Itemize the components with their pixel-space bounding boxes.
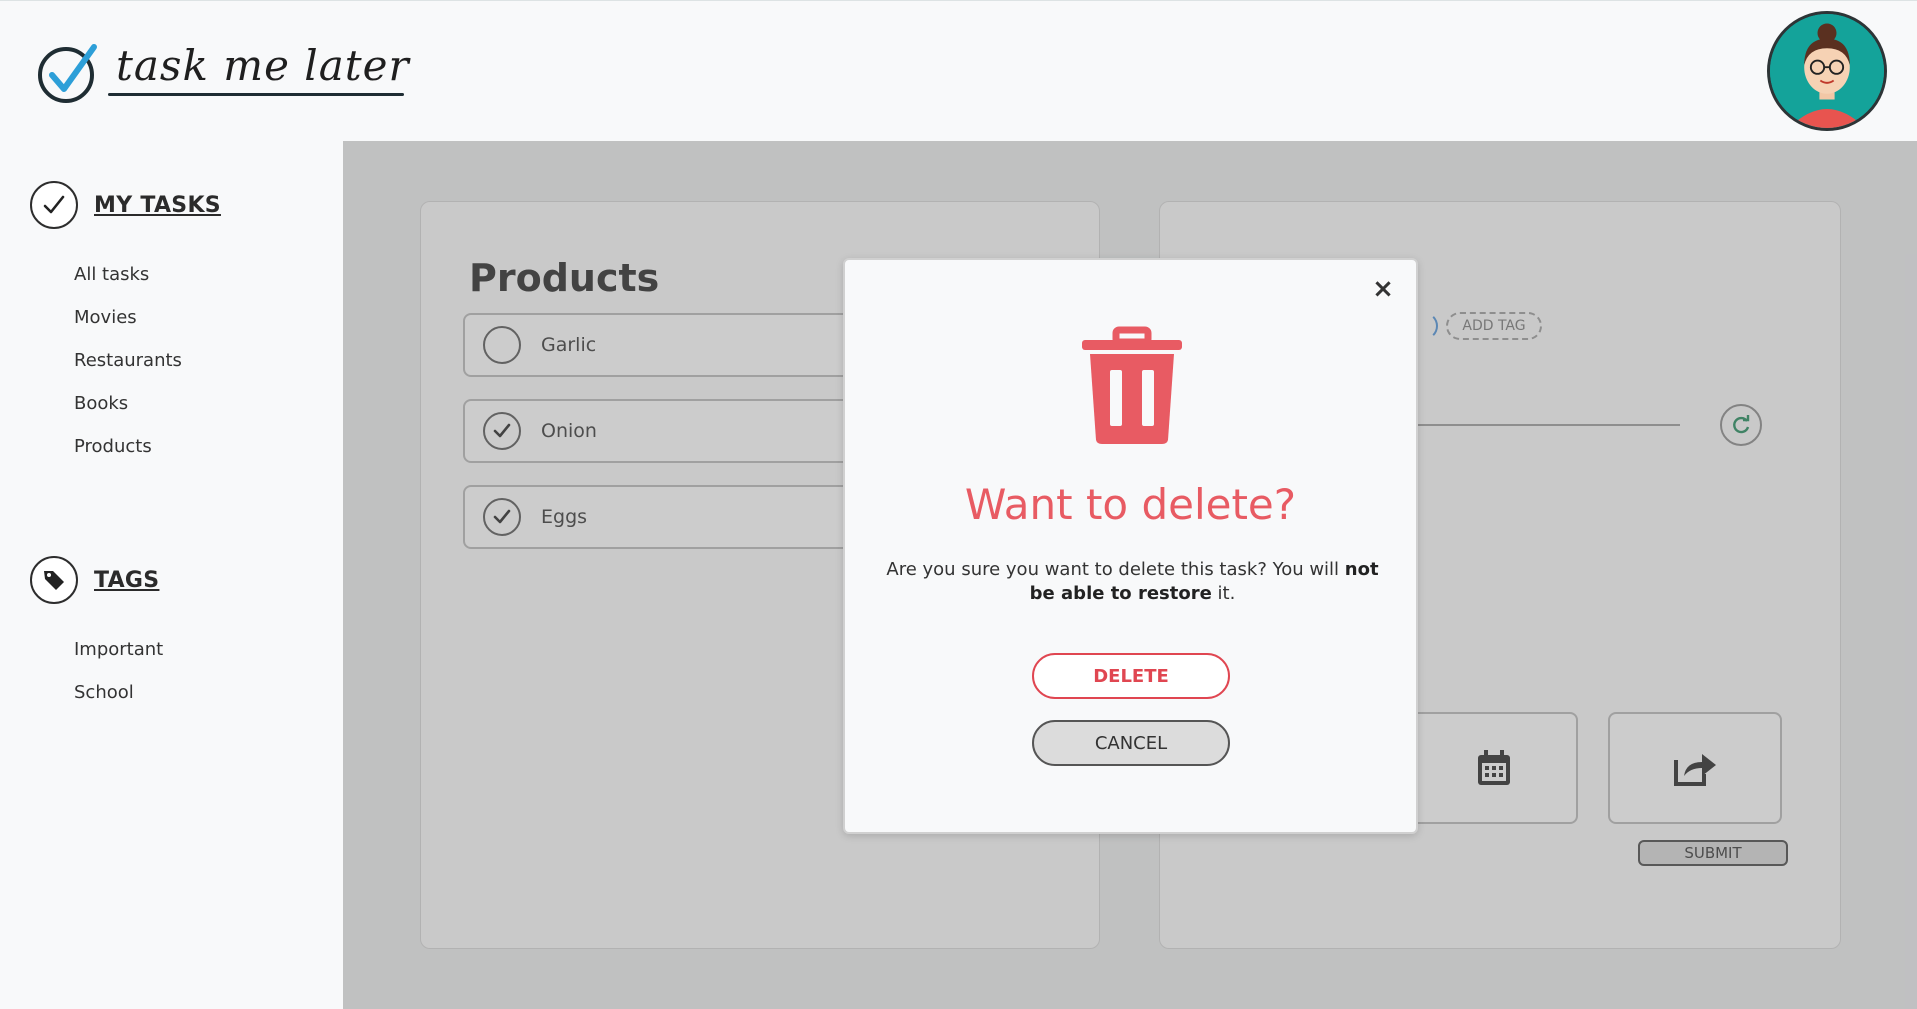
logo-text: task me later xyxy=(116,41,410,90)
logo-underline xyxy=(108,93,404,96)
trash-icon xyxy=(1082,326,1182,444)
cancel-button[interactable]: CANCEL xyxy=(1032,720,1230,766)
dialog-message-part1: Are you sure you want to delete this tas… xyxy=(886,559,1345,580)
dialog-message-part2: it. xyxy=(1211,583,1236,604)
sidebar-item-restaurants[interactable]: Restaurants xyxy=(74,339,182,382)
sidebar-item-products[interactable]: Products xyxy=(74,425,182,468)
app-logo[interactable]: task me later xyxy=(36,41,409,105)
my-tasks-title[interactable]: MY TASKS xyxy=(94,193,221,218)
logo-check-icon xyxy=(38,44,97,103)
sidebar-item-books[interactable]: Books xyxy=(74,382,182,425)
sidebar-item-important[interactable]: Important xyxy=(74,628,163,671)
close-icon[interactable]: × xyxy=(1368,274,1398,304)
sidebar: MY TASKS All tasks Movies Restaurants Bo… xyxy=(0,141,343,1009)
tag-list-nav: Important School xyxy=(74,628,163,714)
tags-title[interactable]: TAGS xyxy=(94,568,159,593)
my-tasks-section[interactable]: MY TASKS xyxy=(30,181,221,229)
sidebar-item-movies[interactable]: Movies xyxy=(74,296,182,339)
tags-section[interactable]: TAGS xyxy=(30,556,159,604)
dialog-message: Are you sure you want to delete this tas… xyxy=(885,558,1380,606)
user-avatar[interactable] xyxy=(1767,11,1887,131)
sidebar-item-school[interactable]: School xyxy=(74,671,163,714)
task-list-nav: All tasks Movies Restaurants Books Produ… xyxy=(74,253,182,468)
app-header: task me later xyxy=(0,0,1917,141)
avatar-illustration xyxy=(1770,14,1884,128)
delete-button[interactable]: DELETE xyxy=(1032,653,1230,699)
sidebar-item-all-tasks[interactable]: All tasks xyxy=(74,253,182,296)
dialog-heading: Want to delete? xyxy=(964,480,1297,529)
delete-confirm-dialog: × Want to delete? Are you sure you want … xyxy=(843,258,1418,834)
check-icon xyxy=(30,181,78,229)
tag-icon xyxy=(30,556,78,604)
